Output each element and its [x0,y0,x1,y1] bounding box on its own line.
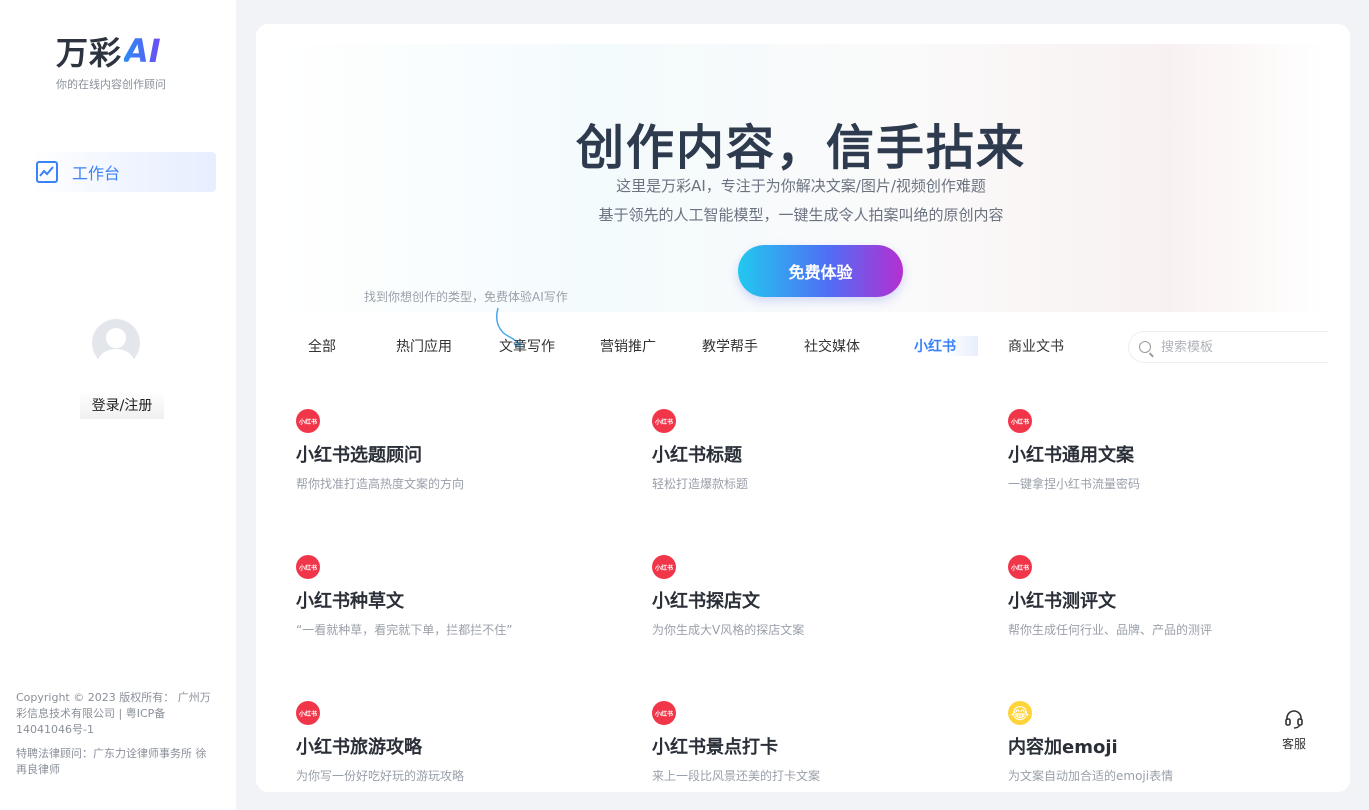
card-desc: 帮你生成任何行业、品牌、产品的测评 [1008,623,1213,637]
xiaohongshu-icon: 小红书 [1008,555,1032,579]
hero-title: 创作内容，信手拈来 [575,120,1026,176]
tab-business-docs[interactable]: 商业文书 [1008,336,1064,356]
emoji-icon: 😂 [1008,701,1032,725]
card-desc: 一键拿捏小红书流量密码 [1008,477,1141,491]
sidebar: 万彩 AI 你的在线内容创作顾问 工作台 登录/注册 Copyright © 2… [0,0,236,810]
xiaohongshu-icon: 小红书 [652,555,676,579]
card-desc: 为文案自动加合适的emoji表情 [1008,769,1174,783]
customer-service-button[interactable]: 客服 [1270,705,1318,755]
logo[interactable]: 万彩 AI 你的在线内容创作顾问 [56,30,186,92]
xiaohongshu-icon: 小红书 [296,409,320,433]
tab-marketing[interactable]: 营销推广 [600,336,656,356]
logo-text: 万彩 [56,34,123,72]
card-desc: 为你写一份好吃好玩的游玩攻略 [296,769,465,783]
card-title: 小红书景点打卡 [652,737,778,758]
avatar[interactable] [92,319,140,367]
card-title: 小红书选题顾问 [296,445,422,466]
login-register-button[interactable]: 登录/注册 [80,391,164,419]
xiaohongshu-icon: 小红书 [652,701,676,725]
template-card[interactable]: 小红书 小红书标题 轻松打造爆款标题 [652,409,972,519]
sidebar-item-label: 工作台 [72,164,121,183]
logo-tagline: 你的在线内容创作顾问 [56,78,166,91]
tab-all[interactable]: 全部 [308,336,336,356]
tab-hot-apps[interactable]: 热门应用 [396,336,452,356]
template-card[interactable]: 小红书 小红书选题顾问 帮你找准打造高热度文案的方向 [296,409,616,519]
hint-text: 找到你想创作的类型，免费体验AI写作 [364,290,568,304]
headset-icon [1285,709,1303,729]
template-card[interactable]: 小红书 小红书种草文 “一看就种草，看完就下单，拦都拦不住” [296,555,616,665]
xiaohongshu-icon: 小红书 [296,555,320,579]
legal-counsel-text: 特聘法律顾问：广东力诠律师事务所 徐再良律师 [16,747,207,776]
template-card[interactable]: 小红书 小红书探店文 为你生成大V风格的探店文案 [652,555,972,665]
card-desc: 轻松打造爆款标题 [652,477,749,491]
tab-social-media[interactable]: 社交媒体 [804,336,860,356]
customer-service-label: 客服 [1281,736,1306,751]
search-box[interactable] [1128,331,1328,363]
card-title: 小红书探店文 [652,591,760,612]
main-panel: 创作内容，信手拈来 这里是万彩AI，专注于为你解决文案/图片/视频创作难题 基于… [256,24,1350,792]
hero-subtitle: 这里是万彩AI，专注于为你解决文案/图片/视频创作难题 [616,177,986,195]
card-title: 小红书旅游攻略 [296,737,422,758]
xiaohongshu-icon: 小红书 [296,701,320,725]
card-desc: 来上一段比风景还美的打卡文案 [652,769,821,783]
chart-line-icon [36,161,58,183]
sidebar-item-workbench[interactable]: 工作台 [32,152,216,192]
card-title: 小红书通用文案 [1008,445,1134,466]
card-desc: 为你生成大V风格的探店文案 [652,623,805,637]
search-icon [1139,341,1151,353]
xiaohongshu-icon: 小红书 [1008,409,1032,433]
template-card[interactable]: 小红书 小红书通用文案 一键拿捏小红书流量密码 [1008,409,1328,519]
xiaohongshu-icon: 小红书 [652,409,676,433]
template-card[interactable]: 小红书 小红书测评文 帮你生成任何行业、品牌、产品的测评 [1008,555,1328,665]
card-desc: 帮你找准打造高热度文案的方向 [296,477,465,491]
tab-xiaohongshu[interactable]: 小红书 [914,336,978,356]
hero-banner: 创作内容，信手拈来 这里是万彩AI，专注于为你解决文案/图片/视频创作难题 基于… [276,44,1326,349]
card-title: 小红书种草文 [296,591,404,612]
template-card[interactable]: 小红书 小红书旅游攻略 为你写一份好吃好玩的游玩攻略 [296,701,616,792]
tab-teaching[interactable]: 教学帮手 [702,336,758,356]
template-card[interactable]: 小红书 小红书景点打卡 来上一段比风景还美的打卡文案 [652,701,972,792]
card-title: 小红书测评文 [1008,591,1116,612]
search-input[interactable] [1161,339,1311,355]
card-desc: “一看就种草，看完就下单，拦都拦不住” [296,623,513,637]
hero-subtitle-2: 基于领先的人工智能模型，一键生成令人拍案叫绝的原创内容 [598,206,1004,224]
tab-article-writing[interactable]: 文章写作 [499,336,555,356]
logo-ai-mark: AI [124,32,161,70]
copyright-text: Copyright © 2023 版权所有： 广州万彩信息技术有限公司 | 粤I… [16,691,211,736]
card-title: 小红书标题 [652,445,742,466]
free-trial-button[interactable]: 免费体验 [738,245,903,297]
